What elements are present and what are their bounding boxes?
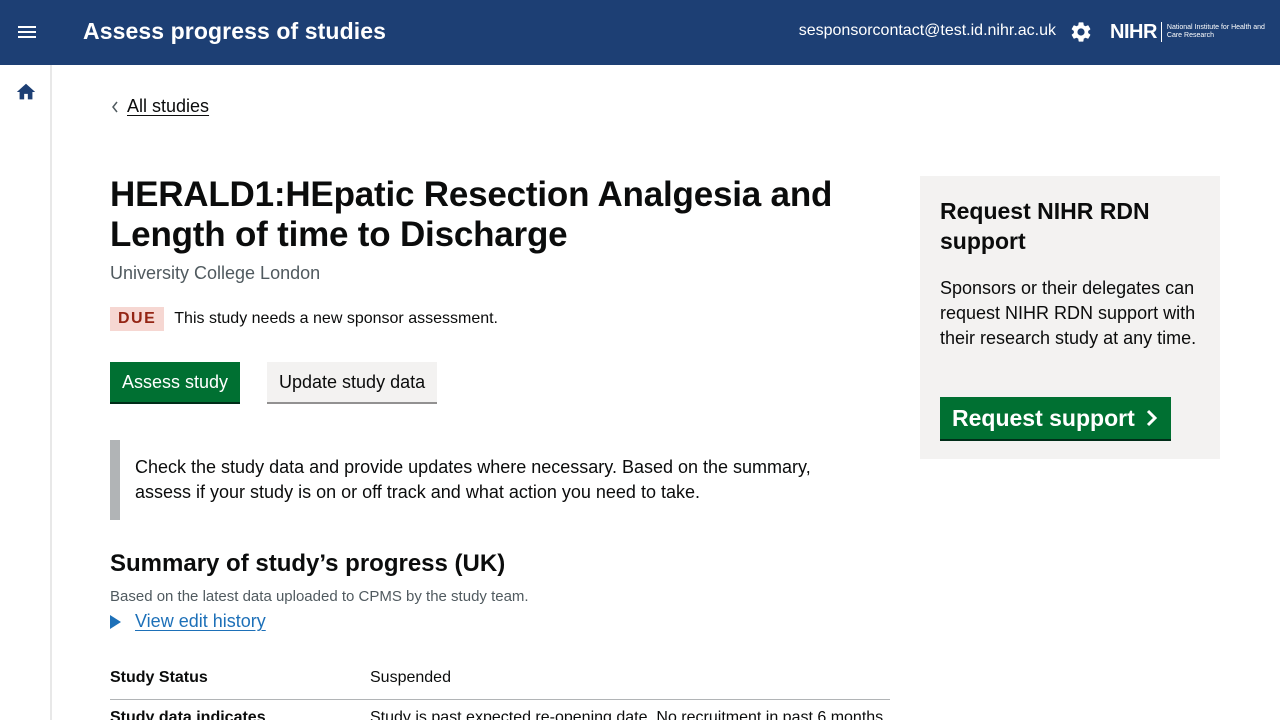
summary-row: Study data indicates Study is past expec… [110, 709, 890, 720]
chevron-left-icon [112, 101, 118, 112]
back-link-all-studies[interactable]: All studies [110, 96, 209, 117]
request-support-panel: Request NIHR RDN support Sponsors or the… [920, 176, 1220, 459]
view-edit-history-toggle[interactable]: View edit history [110, 611, 266, 632]
status-message: This study needs a new sponsor assessmen… [174, 310, 498, 327]
side-nav [0, 65, 52, 720]
user-email: sesponsorcontact@test.id.nihr.ac.uk [798, 22, 1056, 39]
organisation-name: University College London [110, 263, 321, 283]
summary-subtext: Based on the latest data uploaded to CPM… [110, 588, 529, 605]
summary-row: Study Status Suspended [110, 669, 890, 700]
summary-heading: Summary of study’s progress (UK) [110, 550, 506, 577]
logo-divider [1160, 22, 1162, 42]
chevron-right-icon [1146, 409, 1157, 427]
app-title[interactable]: Assess progress of studies [83, 18, 386, 45]
logo-sub-text: National Institute for Health and Care R… [1166, 24, 1265, 39]
request-support-button[interactable]: Request support [940, 397, 1171, 439]
assess-study-button[interactable]: Assess study [110, 362, 241, 402]
inset-guidance-text: Check the study data and provide updates… [110, 440, 870, 520]
study-title: HERALD1:HEpatic Resection Analgesia and … [110, 175, 833, 254]
panel-title: Request NIHR RDN support [940, 198, 1150, 254]
logo-main-text: NIHR [1110, 20, 1157, 43]
panel-text: Sponsors or their delegates can request … [940, 278, 1197, 348]
top-header: Assess progress of studies sesponsorcont… [0, 0, 1280, 65]
summary-row-value: Suspended [370, 669, 451, 686]
request-support-label: Request support [952, 404, 1135, 431]
back-link-label: All studies [127, 96, 210, 116]
summary-row-value: Study is past expected re-opening date. … [370, 709, 884, 720]
status-badge: DUE [110, 307, 165, 331]
status-row: DUE This study needs a new sponsor asses… [110, 307, 498, 331]
gear-icon[interactable] [1069, 20, 1093, 44]
summary-row-label: Study Status [110, 669, 208, 686]
home-icon[interactable] [15, 81, 37, 103]
nihr-logo[interactable]: NIHR National Institute for Health and C… [1110, 19, 1267, 45]
view-edit-history-link[interactable]: View edit history [135, 611, 266, 632]
triangle-right-icon [110, 614, 121, 629]
summary-row-label: Study data indicates [110, 709, 266, 720]
update-study-data-button[interactable]: Update study data [267, 362, 438, 402]
hamburger-menu-icon[interactable] [14, 20, 40, 46]
